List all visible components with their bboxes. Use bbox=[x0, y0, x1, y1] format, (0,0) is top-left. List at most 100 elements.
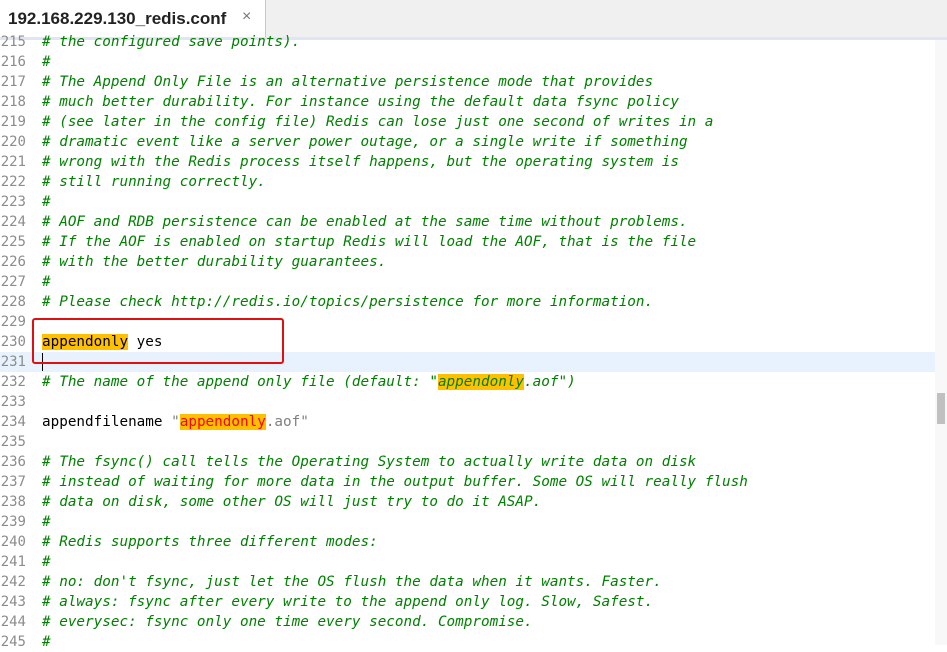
highlight-annotation-box bbox=[32, 318, 284, 364]
line-number: 230 bbox=[0, 334, 26, 350]
line-number: 233 bbox=[0, 394, 26, 410]
line-code: # If the AOF is enabled on startup Redis… bbox=[42, 232, 696, 252]
search-match-highlight: appendonly bbox=[437, 374, 525, 390]
line-number: 224 bbox=[0, 214, 26, 230]
code-token: # bbox=[42, 554, 51, 570]
line-number: 220 bbox=[0, 134, 26, 150]
code-line[interactable]: 245 # bbox=[0, 632, 935, 652]
code-token: # with the better durability guarantees. bbox=[42, 254, 387, 270]
line-number: 223 bbox=[0, 194, 26, 210]
line-number: 237 bbox=[0, 474, 26, 490]
code-line[interactable]: 234 appendfilename "appendonly.aof" bbox=[0, 412, 935, 432]
line-number: 236 bbox=[0, 454, 26, 470]
code-line[interactable]: 222 # still running correctly. bbox=[0, 172, 935, 192]
code-line[interactable]: 244 # everysec: fsync only one time every… bbox=[0, 612, 935, 632]
line-number: 231 bbox=[0, 354, 26, 370]
line-code: appendfilename "appendonly.aof" bbox=[42, 412, 309, 432]
line-number: 238 bbox=[0, 494, 26, 510]
line-code: # The Append Only File is an alternative… bbox=[42, 72, 653, 92]
line-number: 219 bbox=[0, 114, 26, 130]
code-token: # Redis supports three different modes: bbox=[42, 534, 378, 550]
line-code: # (see later in the config file) Redis c… bbox=[42, 112, 713, 132]
code-line[interactable]: 236 # The fsync() call tells the Operatin… bbox=[0, 452, 935, 472]
code-token: # bbox=[42, 274, 51, 290]
code-line[interactable]: 218 # much better durability. For instanc… bbox=[0, 92, 935, 112]
code-line[interactable]: 232 # The name of the append only file (d… bbox=[0, 372, 935, 392]
code-token: # much better durability. For instance u… bbox=[42, 94, 679, 110]
line-number: 235 bbox=[0, 434, 26, 450]
line-code: # data on disk, some other OS will just … bbox=[42, 492, 541, 512]
line-code: # Please check http://redis.io/topics/pe… bbox=[42, 292, 653, 312]
code-line[interactable]: 239 # bbox=[0, 512, 935, 532]
code-token: # bbox=[42, 514, 51, 530]
search-match-highlight: appendonly bbox=[179, 414, 266, 430]
code-line[interactable]: 220 # dramatic event like a server power … bbox=[0, 132, 935, 152]
code-token: # data on disk, some other OS will just … bbox=[42, 494, 542, 510]
code-line[interactable]: 228 # Please check http://redis.io/topics… bbox=[0, 292, 935, 312]
code-token: " bbox=[171, 414, 180, 430]
line-code: # AOF and RDB persistence can be enabled… bbox=[42, 212, 688, 232]
tab-title: 192.168.229.130_redis.conf bbox=[8, 9, 227, 28]
line-code: # wrong with the Redis process itself ha… bbox=[42, 152, 679, 172]
code-line[interactable]: 243 # always: fsync after every write to … bbox=[0, 592, 935, 612]
line-code: # instead of waiting for more data in th… bbox=[42, 472, 748, 492]
line-code: # bbox=[42, 192, 51, 212]
line-code: # everysec: fsync only one time every se… bbox=[42, 612, 533, 632]
line-code: # bbox=[42, 552, 51, 572]
code-line[interactable]: 219 # (see later in the config file) Redi… bbox=[0, 112, 935, 132]
line-number: 232 bbox=[0, 374, 26, 390]
code-line[interactable]: 226 # with the better durability guarante… bbox=[0, 252, 935, 272]
code-token: # The Append Only File is an alternative… bbox=[42, 74, 654, 90]
code-token: # Please check http://redis.io/topics/pe… bbox=[42, 294, 654, 310]
line-number: 228 bbox=[0, 294, 26, 310]
line-code: # Redis supports three different modes: bbox=[42, 532, 378, 552]
line-number: 240 bbox=[0, 534, 26, 550]
code-line[interactable]: 217 # The Append Only File is an alternat… bbox=[0, 72, 935, 92]
code-token: # still running correctly. bbox=[42, 174, 266, 190]
code-line[interactable]: 242 # no: don't fsync, just let the OS fl… bbox=[0, 572, 935, 592]
close-icon[interactable]: × bbox=[242, 8, 251, 26]
line-number: 229 bbox=[0, 314, 26, 330]
code-token: # bbox=[42, 194, 51, 210]
code-token: # no: don't fsync, just let the OS flush… bbox=[42, 574, 662, 590]
code-token: # bbox=[42, 634, 51, 650]
code-line[interactable]: 233 bbox=[0, 392, 935, 412]
code-line[interactable]: 227 # bbox=[0, 272, 935, 292]
code-line[interactable]: 216 # bbox=[0, 52, 935, 72]
code-token: # If the AOF is enabled on startup Redis… bbox=[42, 234, 697, 250]
code-line[interactable]: 225 # If the AOF is enabled on startup Re… bbox=[0, 232, 935, 252]
line-code: # bbox=[42, 52, 51, 72]
code-line[interactable]: 241 # bbox=[0, 552, 935, 572]
code-token: # AOF and RDB persistence can be enabled… bbox=[42, 214, 688, 230]
line-code: # with the better durability guarantees. bbox=[42, 252, 386, 272]
line-number: 243 bbox=[0, 594, 26, 610]
scrollbar-thumb[interactable] bbox=[937, 393, 945, 424]
line-code: # bbox=[42, 632, 51, 652]
line-number: 217 bbox=[0, 74, 26, 90]
code-line[interactable]: 238 # data on disk, some other OS will ju… bbox=[0, 492, 935, 512]
code-line[interactable]: 221 # wrong with the Redis process itself… bbox=[0, 152, 935, 172]
code-line[interactable]: 223 # bbox=[0, 192, 935, 212]
code-token: .aof" bbox=[265, 414, 309, 430]
line-code: # The name of the append only file (defa… bbox=[42, 372, 576, 392]
line-code: # no: don't fsync, just let the OS flush… bbox=[42, 572, 662, 592]
code-line[interactable]: 224 # AOF and RDB persistence can be enab… bbox=[0, 212, 935, 232]
code-token: # instead of waiting for more data in th… bbox=[42, 474, 748, 490]
line-number: 221 bbox=[0, 154, 26, 170]
line-number: 245 bbox=[0, 634, 26, 650]
line-number: 222 bbox=[0, 174, 26, 190]
code-line[interactable]: 215 # the configured save points). bbox=[0, 32, 935, 52]
line-number: 226 bbox=[0, 254, 26, 270]
code-token: # the configured save points). bbox=[42, 34, 301, 50]
line-code: # the configured save points). bbox=[42, 32, 300, 52]
line-number: 244 bbox=[0, 614, 26, 630]
code-line[interactable]: 237 # instead of waiting for more data in… bbox=[0, 472, 935, 492]
vertical-scrollbar[interactable] bbox=[935, 40, 947, 645]
line-number: 227 bbox=[0, 274, 26, 290]
line-number: 225 bbox=[0, 234, 26, 250]
line-code: # always: fsync after every write to the… bbox=[42, 592, 653, 612]
line-number: 239 bbox=[0, 514, 26, 530]
code-line[interactable]: 235 bbox=[0, 432, 935, 452]
code-line[interactable]: 240 # Redis supports three different mode… bbox=[0, 532, 935, 552]
code-token: # dramatic event like a server power out… bbox=[42, 134, 688, 150]
